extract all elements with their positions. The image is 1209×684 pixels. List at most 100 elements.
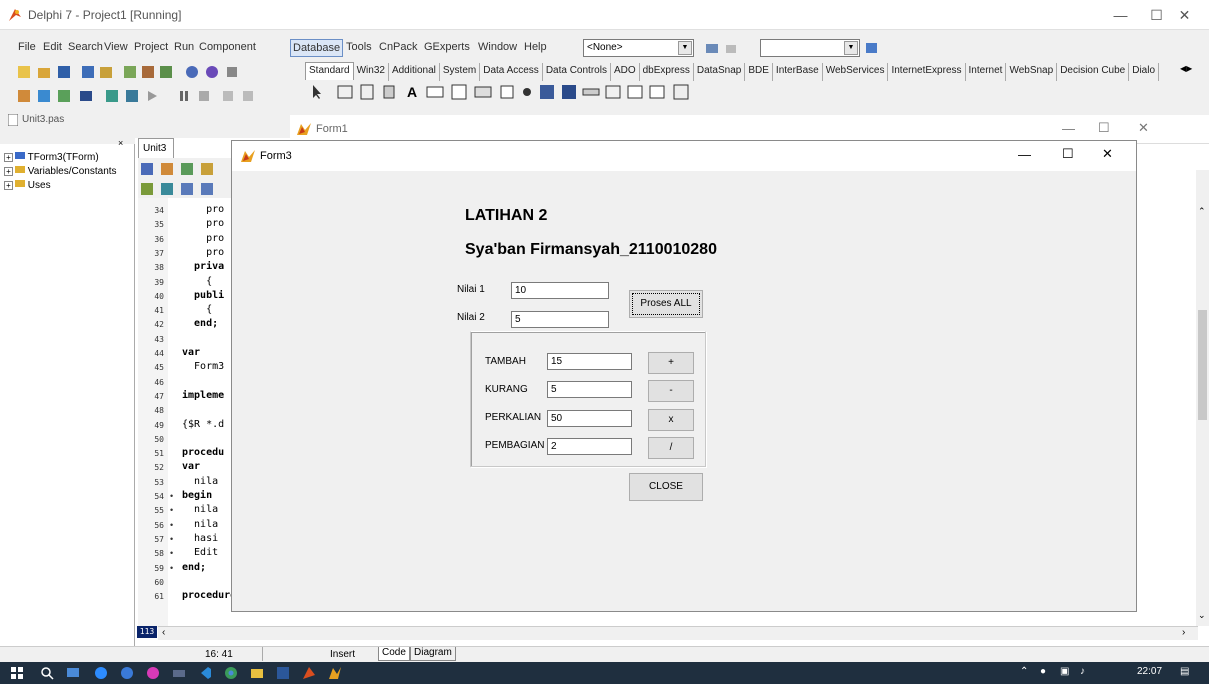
chrome-icon[interactable] [224, 666, 238, 680]
windows-start-icon[interactable] [10, 666, 24, 680]
run-icon[interactable] [104, 88, 120, 104]
menu-cnpack[interactable]: CnPack [379, 41, 418, 53]
menu-tools[interactable]: Tools [346, 41, 372, 53]
menu-file[interactable]: File [18, 41, 36, 53]
memo-icon[interactable] [450, 83, 468, 101]
palette-tab-additional[interactable]: Additional [389, 63, 440, 81]
checkbox-icon[interactable] [498, 83, 516, 101]
code-line[interactable]: publi [182, 290, 224, 301]
breakpoint-dot-icon[interactable]: • [170, 505, 173, 515]
palette-tab-webservices[interactable]: WebServices [823, 63, 889, 81]
breakpoint-dot-icon[interactable]: • [170, 491, 173, 501]
label-icon[interactable]: A [404, 83, 422, 101]
palette-tab-system[interactable]: System [440, 63, 481, 81]
code-line[interactable]: { [182, 276, 218, 287]
palette-tab-standard[interactable]: Standard [305, 62, 354, 80]
code-line[interactable]: pro [182, 218, 224, 229]
open-project-icon[interactable] [98, 64, 114, 80]
form3-close-button[interactable]: ✕ [1102, 146, 1113, 162]
palette-tab-datasnap[interactable]: DataSnap [694, 63, 746, 81]
menu-window[interactable]: Window [478, 41, 517, 53]
toolbar-combo-none[interactable]: <None> ▼ [583, 39, 694, 57]
trace-into-icon[interactable] [196, 88, 212, 104]
code-line[interactable]: pro [182, 233, 224, 244]
palette-scroll-arrows-icon[interactable]: ◀▶ [1180, 64, 1192, 73]
code-line[interactable]: {$R *.d [182, 419, 224, 430]
scrollbar-thumb[interactable] [1198, 310, 1207, 420]
perkalian-result[interactable]: 50 [547, 410, 632, 427]
horizontal-scrollbar[interactable]: ‹ › [158, 626, 1198, 640]
help-icon[interactable] [158, 64, 174, 80]
nilai2-input[interactable]: 5 [511, 311, 609, 328]
tree-item-uses[interactable]: + Uses [4, 178, 51, 191]
pembagian-button[interactable]: / [648, 437, 694, 459]
tree-item-variables[interactable]: + Variables/Constants [4, 164, 117, 177]
save-icon[interactable] [56, 64, 72, 80]
menu-search[interactable]: Search [68, 41, 103, 53]
delphi-task-icon[interactable] [302, 666, 316, 680]
code-line[interactable]: { [182, 304, 218, 315]
tree-item-tform3[interactable]: + TForm3(TForm) [4, 150, 99, 163]
button-icon[interactable] [474, 83, 492, 101]
close-explorer-icon[interactable]: × [118, 138, 123, 148]
menu-project[interactable]: Project [134, 41, 168, 53]
popup-menu-icon[interactable] [380, 83, 398, 101]
tray-battery-icon[interactable]: ▣ [1060, 666, 1069, 677]
code-line[interactable]: pro [182, 204, 224, 215]
pause-icon[interactable] [176, 88, 192, 104]
tambah-button[interactable]: + [648, 352, 694, 374]
palette-tab-interbase[interactable]: InterBase [773, 63, 823, 81]
nilai1-input[interactable]: 10 [511, 282, 609, 299]
notification-icon[interactable]: ▤ [1180, 666, 1189, 677]
scroll-right-icon[interactable]: › [1182, 627, 1185, 638]
menu-database[interactable]: Database [290, 39, 344, 57]
editor-tool6-icon[interactable] [160, 182, 174, 196]
palette-tab-internet[interactable]: Internet [966, 63, 1007, 81]
editor-tool1-icon[interactable] [140, 162, 154, 176]
open-icon[interactable] [36, 64, 52, 80]
combobox-icon[interactable] [560, 83, 578, 101]
toolbar-db-icon[interactable] [864, 40, 880, 56]
file-explorer-icon[interactable] [250, 666, 264, 680]
view-form-icon[interactable] [36, 88, 52, 104]
scrollbar-icon[interactable] [582, 83, 600, 101]
reset-icon[interactable] [240, 88, 256, 104]
tray-network-icon[interactable]: ● [1040, 666, 1046, 677]
menu-component[interactable]: Component [199, 41, 256, 53]
component2-icon[interactable] [204, 64, 220, 80]
task-view-icon[interactable] [66, 666, 80, 680]
scroll-left-icon[interactable]: ‹ [162, 627, 165, 638]
new-icon[interactable] [16, 64, 32, 80]
tray-chevron-up-icon[interactable]: ⌃ [1020, 666, 1028, 677]
code-line[interactable]: priva [182, 261, 224, 272]
code-line[interactable]: nila [182, 476, 218, 487]
breakpoint-dot-icon[interactable]: • [170, 520, 173, 530]
form3-maximize-button[interactable]: ☐ [1062, 146, 1074, 162]
form1-minimize-button[interactable]: — [1062, 121, 1075, 136]
edit-icon[interactable] [426, 83, 444, 101]
palette-tab-dialogs[interactable]: Dialo [1129, 63, 1160, 81]
proses-all-button[interactable]: Proses ALL [629, 290, 703, 318]
palette-tab-websnap[interactable]: WebSnap [1006, 63, 1058, 81]
radio-group-icon[interactable] [626, 83, 644, 101]
code-line[interactable]: end; [182, 318, 218, 329]
code-line[interactable]: pro [182, 247, 224, 258]
breakpoint-dot-icon[interactable]: • [170, 548, 173, 558]
close-button[interactable]: CLOSE [629, 473, 703, 501]
code-line[interactable]: impleme [182, 390, 224, 401]
toggle-form-unit-icon[interactable] [56, 88, 72, 104]
menu-help[interactable]: Help [524, 41, 547, 53]
step-over-icon[interactable] [220, 88, 236, 104]
code-line[interactable]: Edit [182, 547, 218, 558]
code-line[interactable]: end; [182, 562, 206, 573]
main-menu-icon[interactable] [358, 83, 376, 101]
menu-run[interactable]: Run [174, 41, 194, 53]
chat-app-icon[interactable] [146, 666, 160, 680]
pembagian-result[interactable]: 2 [547, 438, 632, 455]
palette-tab-data-access[interactable]: Data Access [480, 63, 543, 81]
editor-tool4-icon[interactable] [200, 162, 214, 176]
word-icon[interactable] [276, 666, 290, 680]
editor-intf-icon[interactable] [180, 182, 194, 196]
toolbar-tool-icon[interactable] [704, 40, 720, 56]
component-icon[interactable] [184, 64, 200, 80]
